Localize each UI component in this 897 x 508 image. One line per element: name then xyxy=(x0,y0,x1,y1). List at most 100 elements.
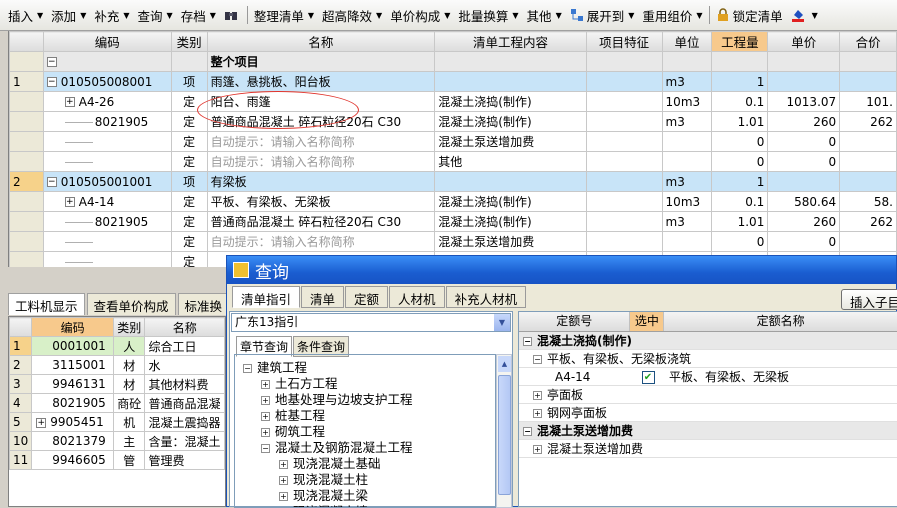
price-cell[interactable]: 260 xyxy=(767,211,841,232)
code-cell[interactable]: −010505001001 xyxy=(42,171,172,192)
name-cell[interactable]: 雨篷、悬挑板、阳台板 xyxy=(206,71,436,92)
price-cell[interactable]: 1013.07 xyxy=(767,91,841,112)
material-row[interactable]: 10 8021379 主含量：混凝土 xyxy=(9,431,225,451)
unit-cell[interactable] xyxy=(661,151,713,172)
code-cell[interactable]: 8021905 xyxy=(42,111,172,132)
toolbar-unit-price[interactable]: 单价构成 ▼ xyxy=(386,4,454,26)
content-cell[interactable]: 混凝土浇捣(制作) xyxy=(434,211,587,232)
qty-cell[interactable]: 0 xyxy=(711,231,769,252)
name-cell[interactable]: 平板、有梁板、无梁板 xyxy=(206,191,436,212)
name-cell[interactable]: 有梁板 xyxy=(206,171,436,192)
content-cell[interactable]: 其他 xyxy=(434,151,587,172)
quota-subgroup-row[interactable]: + 亭面板 xyxy=(519,386,897,404)
table-row[interactable]: 定自动提示：请输入名称简称 其他 0 0 xyxy=(9,151,897,172)
expand-icon[interactable]: + xyxy=(279,460,288,469)
toolbar-height-reduce[interactable]: 超高降效 ▼ xyxy=(318,4,386,26)
qty-cell[interactable]: 0 xyxy=(711,151,769,172)
checkbox-checked-icon[interactable]: ✔ xyxy=(641,371,655,384)
content-cell[interactable]: 混凝土泵送增加费 xyxy=(434,131,587,152)
content-cell[interactable]: 混凝土泵送增加费 xyxy=(434,231,587,252)
name-cell[interactable]: 自动提示：请输入名称简称 xyxy=(206,151,436,172)
tab-quota[interactable]: 定额 xyxy=(345,286,389,308)
unit-cell[interactable]: m3 xyxy=(661,71,713,92)
col-total-header[interactable]: 合价 xyxy=(839,31,897,52)
feature-cell[interactable] xyxy=(585,71,663,92)
expand-icon[interactable]: + xyxy=(36,417,47,428)
price-cell[interactable] xyxy=(767,71,841,92)
feature-cell[interactable] xyxy=(585,131,663,152)
col-feature-header[interactable]: 项目特征 xyxy=(585,31,663,52)
name-cell[interactable]: 普通商品混凝土 碎石粒径20石 C30 xyxy=(206,111,436,132)
tree-node[interactable]: + 土石方工程 xyxy=(235,376,495,392)
collapse-icon[interactable]: − xyxy=(261,444,270,453)
chevron-down-icon[interactable]: ▼ xyxy=(494,314,510,331)
type-cell[interactable]: 项 xyxy=(170,171,208,192)
material-row[interactable]: 3 9946131 材其他材料费 xyxy=(9,374,225,394)
col-price-header[interactable]: 单价 xyxy=(767,31,841,52)
material-row[interactable]: 4 8021905 商砼 普通商品混凝 xyxy=(9,393,225,413)
code-cell[interactable]: +9905451 xyxy=(31,412,114,432)
name-cell[interactable]: 普通商品混凝土 碎石粒径20石 C30 xyxy=(206,211,436,232)
code-cell[interactable] xyxy=(42,131,172,152)
qty-cell[interactable]: 1.01 xyxy=(711,111,769,132)
tree-node[interactable]: +现浇混凝土墙 xyxy=(235,504,495,507)
type-cell[interactable]: 定 xyxy=(170,191,208,212)
col-unit-header[interactable]: 单位 xyxy=(661,31,713,52)
expand-icon[interactable]: + xyxy=(261,380,270,389)
type-cell[interactable]: 定 xyxy=(170,91,208,112)
name-cell[interactable]: 水 xyxy=(144,355,225,375)
collapse-icon[interactable]: − xyxy=(243,364,252,373)
expand-icon[interactable]: + xyxy=(279,492,288,501)
expand-icon[interactable]: + xyxy=(64,97,75,107)
feature-cell[interactable] xyxy=(585,91,663,112)
quota-item-row[interactable]: A4-14 ✔ 平板、有梁板、无梁板 xyxy=(519,368,897,386)
quota-subgroup-row[interactable]: − 平板、有梁板、无梁板浇筑 xyxy=(519,350,897,368)
name-cell[interactable]: 其他材料费 xyxy=(144,374,225,394)
expand-icon[interactable]: + xyxy=(261,396,270,405)
name-cell[interactable]: 综合工日 xyxy=(144,336,225,356)
table-row[interactable]: + A4-26 定阳台、雨篷 混凝土浇捣(制作) 10m3 0.1 1013.07 101. xyxy=(9,91,897,112)
type-cell[interactable]: 机 xyxy=(112,412,146,432)
code-cell[interactable]: 8021379 xyxy=(31,431,114,451)
collapse-icon[interactable]: − xyxy=(46,57,57,67)
tree-node[interactable]: + 现浇混凝土基础 xyxy=(235,456,495,472)
toolbar-supplement[interactable]: 补充 ▼ xyxy=(90,4,133,26)
code-cell[interactable]: + A4-26 xyxy=(42,91,172,112)
tree-node[interactable]: + 现浇混凝土梁 xyxy=(235,488,495,504)
tab-standard-convert[interactable]: 标准换 xyxy=(177,293,230,315)
qty-cell[interactable]: 1 xyxy=(711,171,769,192)
selected-cell[interactable]: ✔ xyxy=(631,368,665,386)
name-cell[interactable]: 混凝土震捣器 xyxy=(144,412,225,432)
content-cell[interactable]: 混凝土浇捣(制作) xyxy=(434,111,587,132)
expand-icon[interactable]: + xyxy=(261,412,270,421)
name-cell[interactable]: 普通商品混凝 xyxy=(144,393,225,413)
code-cell[interactable]: 8021905 xyxy=(31,393,114,413)
type-cell[interactable]: 主 xyxy=(112,431,146,451)
material-row[interactable]: 1 0001001 人综合工日 xyxy=(9,336,225,356)
feature-cell[interactable] xyxy=(585,111,663,132)
code-cell[interactable] xyxy=(42,151,172,172)
col-code-header[interactable]: 编码 xyxy=(31,317,114,337)
qty-cell[interactable]: 1.01 xyxy=(711,211,769,232)
price-cell[interactable]: 0 xyxy=(767,151,841,172)
feature-cell[interactable] xyxy=(585,191,663,212)
tab-unit-price-view[interactable]: 查看单价构成 xyxy=(86,293,176,315)
tree-node[interactable]: + 砌筑工程 xyxy=(235,424,495,440)
collapse-icon[interactable]: − xyxy=(46,77,57,87)
table-row[interactable]: 8021905 定普通商品混凝土 碎石粒径20石 C30 混凝土浇捣(制作) m3 1.… xyxy=(9,211,897,232)
col-quota-code-header[interactable]: 定额号 xyxy=(519,312,631,331)
type-cell[interactable]: 材 xyxy=(112,374,146,394)
tree-node[interactable]: + 地基处理与边坡支护工程 xyxy=(235,392,495,408)
expand-icon[interactable]: + xyxy=(533,445,542,454)
qty-cell[interactable]: 0.1 xyxy=(711,91,769,112)
code-cell[interactable]: −010505008001 xyxy=(42,71,172,92)
unit-cell[interactable]: m3 xyxy=(661,171,713,192)
type-cell[interactable]: 定 xyxy=(170,251,208,267)
quota-subgroup-row[interactable]: + 钢网亭面板 xyxy=(519,404,897,422)
qty-cell[interactable]: 0.1 xyxy=(711,191,769,212)
table-row[interactable]: 定自动提示：请输入名称简称 混凝土泵送增加费 0 0 xyxy=(9,131,897,152)
tab-material-display[interactable]: 工料机显示 xyxy=(8,293,85,315)
toolbar-organize[interactable]: 整理清单 ▼ xyxy=(250,4,318,26)
quota-group-row[interactable]: − 混凝土泵送增加费 xyxy=(519,422,897,440)
name-cell[interactable]: 管理费 xyxy=(144,450,225,470)
